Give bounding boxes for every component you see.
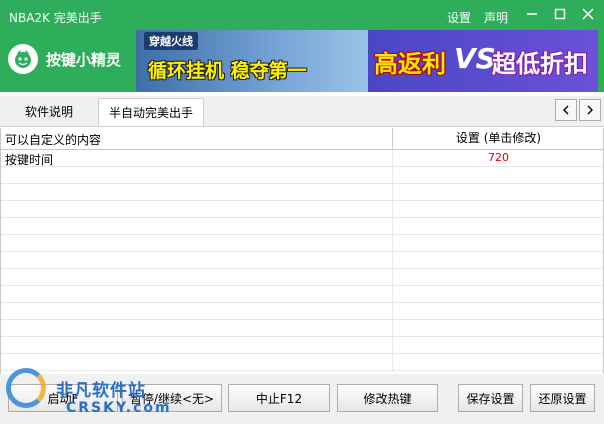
chevron-right-icon bbox=[587, 105, 593, 115]
empty-row bbox=[1, 286, 603, 303]
banner-right-text-2: 超低折扣 bbox=[492, 50, 588, 78]
close-button[interactable] bbox=[578, 4, 598, 24]
pause-resume-button[interactable]: 暂停/继续<无> bbox=[122, 384, 222, 412]
banner-right-text-1: 高返利 bbox=[374, 50, 446, 78]
window-title: NBA2K 完美出手 bbox=[9, 11, 102, 25]
empty-row bbox=[1, 354, 603, 371]
brand-name: 按键小精灵 bbox=[46, 50, 122, 69]
empty-row bbox=[1, 201, 603, 218]
start-button[interactable]: 启动F bbox=[8, 384, 118, 412]
settings-link[interactable]: 设置 bbox=[447, 9, 471, 26]
empty-row bbox=[1, 320, 603, 337]
tab-scroll-left-button[interactable] bbox=[555, 99, 577, 121]
row-value[interactable]: 720 bbox=[392, 150, 603, 166]
settings-grid: 可以自定义的内容 设置 (单击修改) 按键时间 720 bbox=[0, 128, 604, 375]
row-name: 按键时间 bbox=[5, 153, 54, 167]
empty-row bbox=[1, 269, 603, 286]
column-header-setting: 设置 (单击修改) bbox=[392, 128, 603, 149]
empty-row bbox=[1, 235, 603, 252]
save-settings-button[interactable]: 保存设置 bbox=[458, 384, 523, 412]
tab-software-info[interactable]: 软件说明 bbox=[14, 98, 84, 125]
declaration-link[interactable]: 声明 bbox=[484, 9, 508, 26]
empty-row bbox=[1, 167, 603, 184]
close-icon bbox=[582, 8, 594, 20]
grid-header: 可以自定义的内容 设置 (单击修改) bbox=[1, 128, 603, 150]
tab-scroll-right-button[interactable] bbox=[579, 99, 601, 121]
banner-left-panel: 穿越火线 循环挂机 稳夺第一 bbox=[136, 30, 368, 92]
change-hotkey-button[interactable]: 修改热键 bbox=[337, 384, 438, 412]
restore-settings-button[interactable]: 还原设置 bbox=[530, 384, 595, 412]
chevron-left-icon bbox=[563, 105, 569, 115]
app-logo-icon bbox=[8, 44, 38, 74]
maximize-button[interactable] bbox=[550, 4, 570, 24]
tab-semi-auto-shot[interactable]: 半自动完美出手 bbox=[98, 98, 204, 126]
stop-button[interactable]: 中止F12 bbox=[228, 384, 330, 412]
minimize-icon bbox=[527, 13, 537, 15]
column-header-content: 可以自定义的内容 bbox=[5, 133, 102, 147]
brand-logo: 按键小精灵 bbox=[8, 44, 121, 74]
maximize-icon bbox=[554, 8, 566, 20]
ad-banner[interactable]: 穿越火线 循环挂机 稳夺第一 高返利 VS 超低折扣 bbox=[136, 30, 598, 92]
empty-row bbox=[1, 252, 603, 269]
empty-row bbox=[1, 337, 603, 354]
banner-right-panel: 高返利 VS 超低折扣 bbox=[368, 30, 598, 92]
banner-game-tag: 穿越火线 bbox=[144, 32, 198, 50]
empty-row bbox=[1, 184, 603, 201]
empty-row bbox=[1, 303, 603, 320]
table-row[interactable]: 按键时间 720 bbox=[1, 150, 603, 167]
banner-left-slogan: 循环挂机 稳夺第一 bbox=[148, 60, 307, 82]
footer-bar: 启动F 暂停/继续<无> 中止F12 修改热键 保存设置 还原设置 bbox=[0, 374, 604, 424]
title-bar: NBA2K 完美出手 设置 声明 按键小精灵 穿越火线 循环挂机 稳夺第一 高返… bbox=[0, 0, 604, 92]
empty-row bbox=[1, 218, 603, 235]
banner-vs-text: VS bbox=[454, 42, 496, 75]
tab-bar: 软件说明 半自动完美出手 bbox=[0, 96, 604, 127]
minimize-button[interactable] bbox=[522, 4, 542, 24]
